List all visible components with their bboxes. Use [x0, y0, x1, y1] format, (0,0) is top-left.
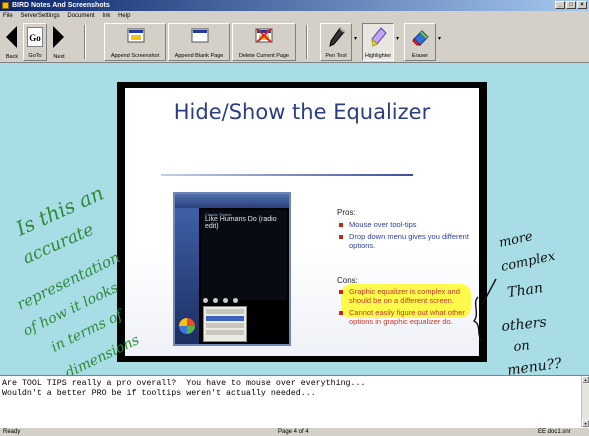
goto-button[interactable]: Go GoTo	[23, 23, 47, 61]
highlighter-icon	[371, 27, 387, 47]
title-bar: BIRD Notes And Screenshots _ □ ×	[0, 0, 589, 11]
slide-divider	[161, 174, 413, 176]
close-button[interactable]: ×	[577, 1, 587, 9]
scroll-down-icon[interactable]: ▾	[582, 420, 589, 427]
menu-file[interactable]: File	[3, 13, 13, 19]
pros-heading: Pros:	[337, 208, 356, 217]
cons-heading: Cons:	[337, 276, 358, 285]
app-icon	[2, 2, 9, 9]
black-ink-line: complex	[500, 249, 558, 275]
page-indicator: Page 4 of 4	[278, 429, 309, 435]
status-bar: Ready Page 4 of 4 EE doc1.snr	[0, 427, 589, 436]
toolbar-separator	[306, 25, 308, 59]
slide-page: Hide/Show the Equalizer Classic Stories …	[125, 88, 479, 356]
pen-dropdown-arrow[interactable]: ▾	[354, 35, 357, 42]
player-track-label: Like Humans Do (radio edit)	[205, 216, 277, 230]
highlighter-button[interactable]: Highlighter	[362, 23, 394, 61]
pros-item: Mouse over tool-tips	[337, 220, 477, 229]
black-ink-line: more	[498, 233, 535, 251]
pros-item: Drop down menu gives you different optio…	[337, 232, 477, 250]
scroll-up-icon[interactable]: ▴	[582, 376, 589, 383]
minimize-button[interactable]: _	[555, 1, 565, 9]
black-ink-line: Than	[506, 280, 544, 301]
black-ink-line: others	[501, 314, 548, 335]
notes-text: Are TOOL TIPS really a pro overall? You …	[2, 379, 572, 399]
pen-icon	[329, 27, 345, 47]
delete-page-icon	[255, 28, 273, 43]
toolbar-separator	[84, 25, 86, 59]
windows-logo-icon	[179, 318, 195, 334]
window-title: BIRD Notes And Screenshots	[12, 2, 110, 9]
player-titlebar	[175, 194, 289, 208]
menu-document[interactable]: Document	[67, 13, 94, 19]
notes-textarea[interactable]: Are TOOL TIPS really a pro overall? You …	[0, 375, 589, 427]
back-button[interactable]: Back	[2, 23, 22, 61]
eraser-button[interactable]: Eraser	[404, 23, 436, 61]
black-ink-line: on	[513, 338, 531, 355]
menu-server-settings[interactable]: ServerSettings	[20, 13, 59, 19]
document-name: EE doc1.snr	[538, 429, 571, 435]
append-blank-page-button[interactable]: Append Blank Page	[168, 23, 230, 61]
eraser-dropdown-arrow[interactable]: ▾	[438, 35, 441, 42]
notes-line: Are TOOL TIPS really a pro overall? You …	[2, 379, 366, 388]
canvas-workspace[interactable]: Hide/Show the Equalizer Classic Stories …	[0, 63, 589, 382]
menu-help[interactable]: Help	[118, 13, 130, 19]
media-player-screenshot: Classic Stories Like Humans Do (radio ed…	[173, 192, 291, 346]
back-arrow-icon	[6, 26, 17, 48]
notes-scrollbar[interactable]: ▴ ▾	[581, 376, 589, 427]
cons-list: Graphic equalizer is complex and should …	[337, 287, 477, 329]
status-text: Ready	[3, 429, 21, 435]
pros-list: Mouse over tool-tips Drop down menu give…	[337, 220, 477, 253]
toolbar: Back Go GoTo Next Append Screenshot Appe…	[0, 21, 589, 63]
highlighter-dropdown-arrow[interactable]: ▾	[396, 35, 399, 42]
blank-page-icon	[191, 28, 209, 43]
screenshot-icon	[127, 28, 145, 43]
slide-screenshot: Hide/Show the Equalizer Classic Stories …	[117, 82, 487, 362]
maximize-button[interactable]: □	[566, 1, 576, 9]
player-controls	[203, 290, 283, 303]
next-arrow-icon	[53, 26, 64, 48]
next-button[interactable]: Next	[49, 23, 69, 61]
cons-item: Cannot easily figure out what other opti…	[337, 308, 477, 326]
menu-ink[interactable]: Ink	[102, 13, 110, 19]
pen-tool-button[interactable]: Pen Tool	[320, 23, 352, 61]
green-ink-annotation: Is this an accurate representation of ho…	[11, 181, 142, 382]
notes-line: Wouldn't a better PRO be if tooltips wer…	[2, 389, 316, 398]
delete-current-page-button[interactable]: Delete Current Page	[232, 23, 296, 61]
slide-title: Hide/Show the Equalizer	[173, 100, 431, 124]
player-dropdown-menu	[203, 306, 247, 342]
menu-bar: File ServerSettings Document Ink Help	[0, 11, 589, 21]
cons-item: Graphic equalizer is complex and should …	[337, 287, 477, 305]
append-screenshot-button[interactable]: Append Screenshot	[104, 23, 166, 61]
goto-icon: Go	[27, 27, 43, 47]
eraser-icon	[412, 30, 429, 46]
